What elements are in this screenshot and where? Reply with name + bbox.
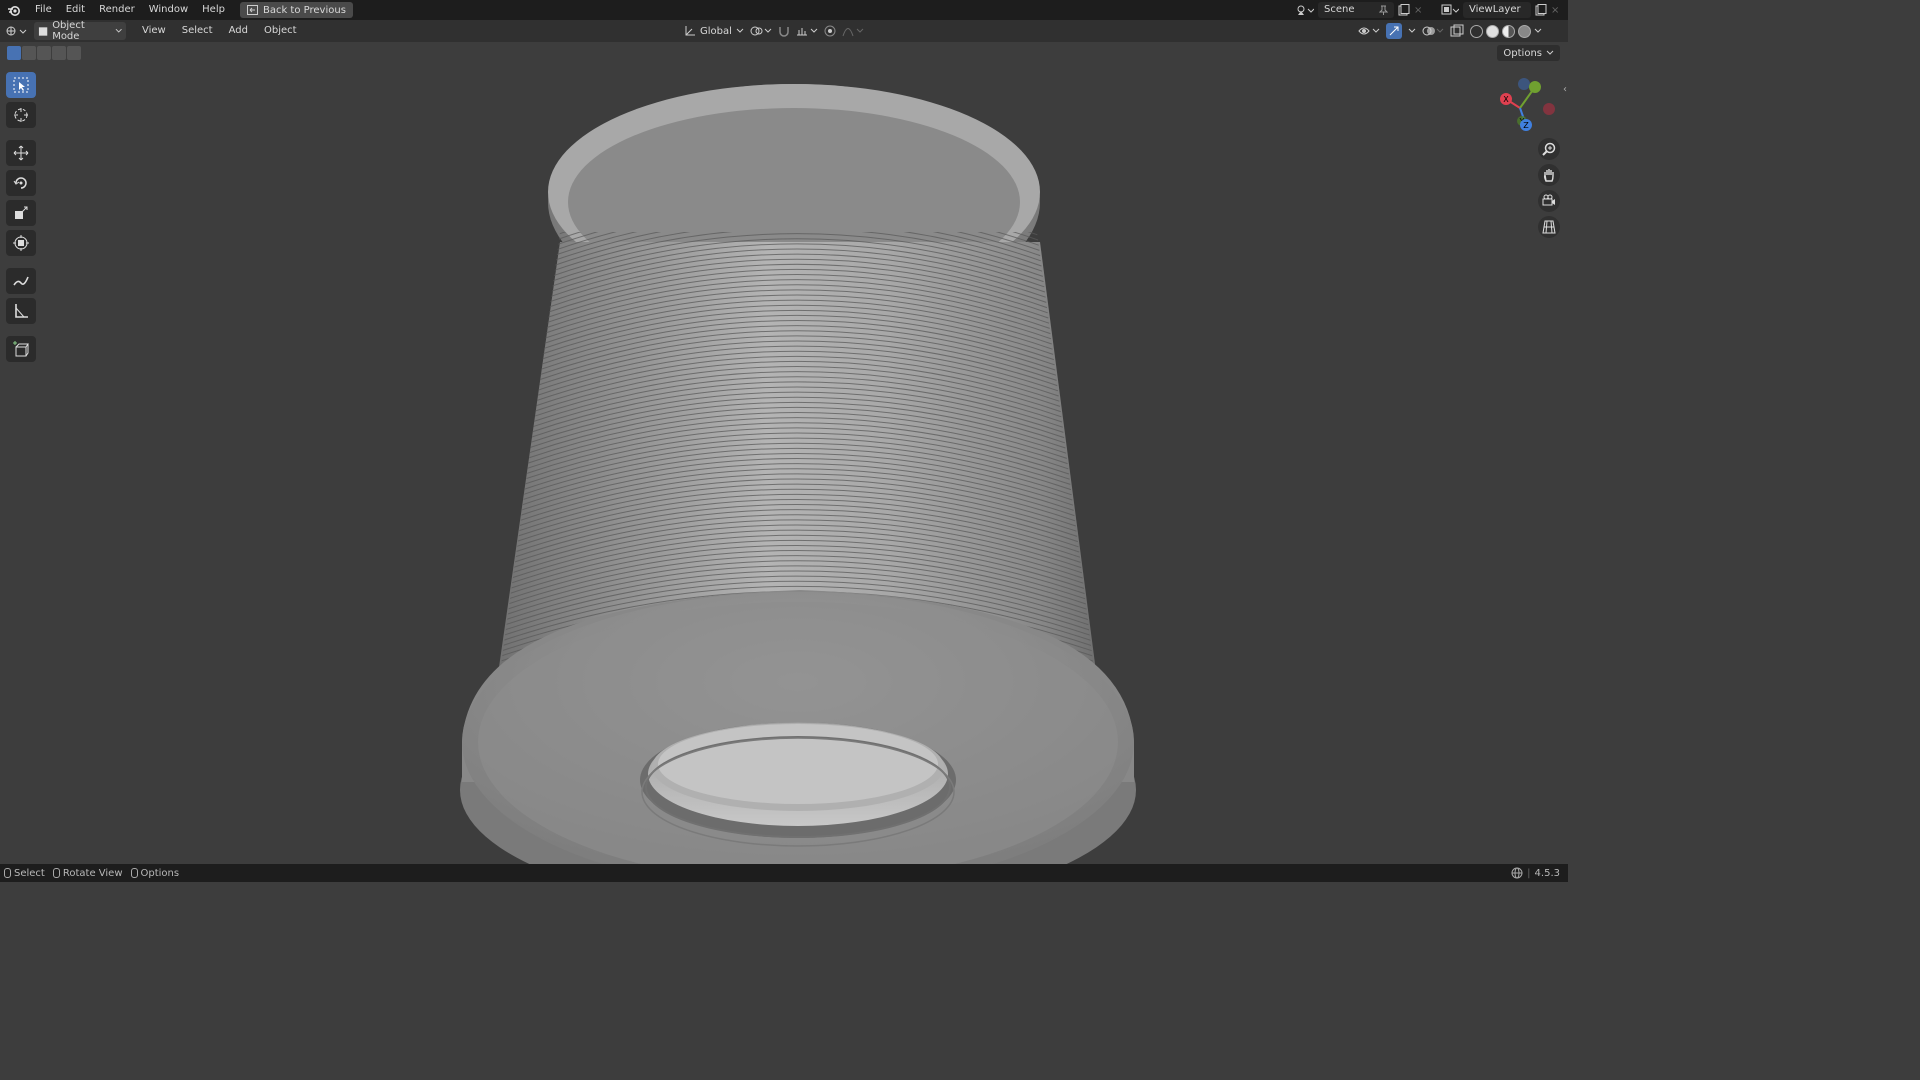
view-layer-name-field[interactable]: ViewLayer	[1463, 2, 1531, 18]
proportional-editing-icon[interactable]	[824, 25, 836, 37]
version-info: | 4.5.3	[1511, 867, 1560, 879]
scene-selector: Scene ×	[1296, 2, 1422, 18]
material-preview-icon[interactable]	[1502, 24, 1515, 38]
status-rotate-view: Rotate View	[49, 868, 127, 879]
shading-modes	[1470, 24, 1542, 38]
back-to-previous-button[interactable]: Back to Previous	[239, 2, 353, 18]
menu-file[interactable]: File	[28, 0, 59, 20]
header-menu-object[interactable]: Object	[256, 20, 305, 42]
view-layer-name: ViewLayer	[1469, 4, 1521, 15]
new-view-layer-icon[interactable]	[1535, 4, 1547, 16]
status-rotate-view-label: Rotate View	[62, 867, 123, 879]
header-menu-add[interactable]: Add	[221, 20, 256, 42]
spool-mesh[interactable]	[0, 42, 1568, 864]
chevron-down-icon	[115, 28, 122, 33]
chevron-down-icon	[736, 28, 744, 33]
scene-icon[interactable]	[1296, 3, 1314, 17]
header-menu-select[interactable]: Select	[174, 20, 221, 42]
visibility-icon[interactable]	[1358, 25, 1380, 37]
transform-controls: Global	[684, 22, 866, 40]
main-menu: File Edit Render Window Help	[28, 0, 232, 20]
mouse-middle-icon	[52, 868, 60, 878]
status-select-label: Select	[14, 867, 45, 879]
view-layer-selector: ViewLayer ×	[1441, 2, 1559, 18]
status-options: Options	[127, 868, 184, 879]
snap-target-icon[interactable]	[796, 25, 818, 37]
scene-name-field[interactable]: Scene	[1318, 2, 1394, 18]
viewport-display-controls	[1358, 23, 1542, 39]
back-icon	[246, 5, 258, 15]
status-options-label: Options	[140, 867, 180, 879]
overlays-icon[interactable]	[1422, 24, 1444, 38]
object-mode-icon	[38, 26, 48, 36]
top-bar: File Edit Render Window Help Back to Pre…	[0, 0, 1568, 20]
blender-logo-icon[interactable]	[0, 4, 28, 16]
status-select: Select	[0, 868, 49, 879]
mouse-right-icon	[130, 868, 138, 878]
xray-toggle-icon[interactable]	[1450, 24, 1464, 38]
snap-icon[interactable]	[778, 25, 790, 37]
3d-viewport[interactable]: Options X Y Z ‹	[0, 42, 1568, 864]
new-scene-icon[interactable]	[1398, 4, 1410, 16]
shading-dropdown-icon[interactable]	[1534, 28, 1542, 34]
solid-shading-icon[interactable]	[1486, 24, 1499, 38]
viewport-header: Object Mode View Select Add Object Globa…	[0, 20, 1568, 42]
scene-name: Scene	[1324, 4, 1355, 15]
object-mode-dropdown[interactable]: Object Mode	[34, 20, 126, 42]
back-to-previous-label: Back to Previous	[262, 4, 346, 16]
header-menu-view[interactable]: View	[134, 20, 174, 42]
wireframe-shading-icon[interactable]	[1470, 24, 1483, 38]
falloff-icon[interactable]	[842, 25, 866, 37]
version-label: 4.5.3	[1534, 867, 1560, 879]
menu-window[interactable]: Window	[142, 0, 195, 20]
menu-edit[interactable]: Edit	[59, 0, 92, 20]
pin-icon[interactable]	[1379, 5, 1388, 15]
mouse-left-icon	[4, 868, 11, 878]
transform-orientation-dropdown[interactable]: Global	[684, 22, 744, 40]
transform-orientation-label: Global	[700, 25, 732, 37]
status-bar: Select Rotate View Options | 4.5.3	[0, 864, 1568, 882]
orientation-icon	[685, 26, 695, 36]
gizmo-dropdown-icon[interactable]	[1408, 28, 1416, 34]
gizmo-toggle-icon[interactable]	[1386, 23, 1402, 39]
view-layer-icon[interactable]	[1441, 3, 1459, 17]
menu-help[interactable]: Help	[195, 0, 232, 20]
object-mode-label: Object Mode	[52, 20, 85, 42]
menu-render[interactable]: Render	[92, 0, 142, 20]
editor-type-icon[interactable]	[0, 24, 34, 38]
delete-scene-icon[interactable]: ×	[1414, 5, 1422, 16]
rendered-shading-icon[interactable]	[1518, 24, 1531, 38]
pivot-point-icon[interactable]	[750, 25, 772, 37]
globe-icon	[1511, 867, 1523, 879]
delete-view-layer-icon[interactable]: ×	[1551, 5, 1559, 16]
